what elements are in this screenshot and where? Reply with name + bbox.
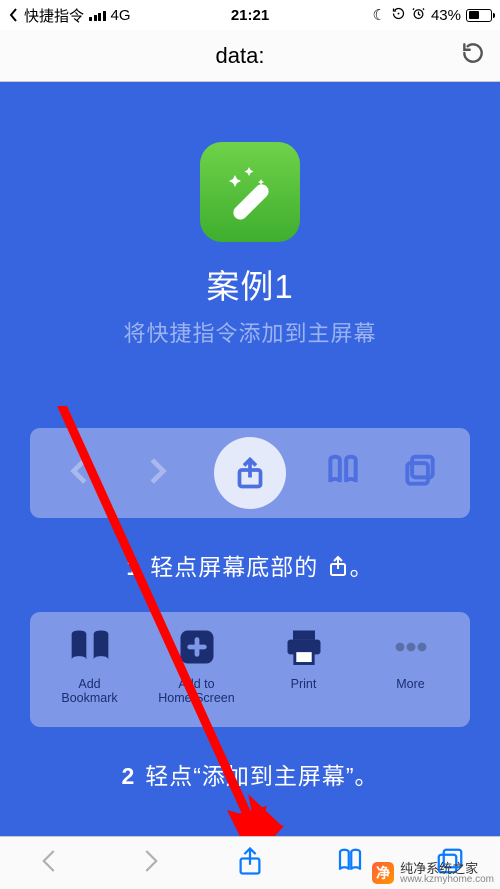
- step-2: 2轻点“添加到主屏幕”。: [30, 757, 470, 791]
- share-icon: [232, 455, 268, 491]
- nav-forward-button[interactable]: [135, 846, 165, 881]
- demo-add-home-screen: Add to Home Screen: [143, 622, 250, 717]
- demo-print: Print: [250, 622, 357, 717]
- step-1: 1轻点屏幕底部的 。: [30, 548, 470, 582]
- instruction-page: 案例1 将快捷指令添加到主屏幕 1轻点屏幕底部的 。 Add Bookmark: [0, 82, 500, 836]
- nav-back-button[interactable]: [35, 846, 65, 881]
- back-app-label[interactable]: 快捷指令: [24, 5, 84, 26]
- bookmark-icon: [62, 622, 118, 672]
- watermark: 净 纯净系统之家 www.kzmyhome.com: [372, 862, 494, 885]
- url-text: data:: [20, 43, 460, 69]
- moon-icon: ☾: [373, 6, 386, 24]
- demo-safari-toolbar: [30, 428, 470, 518]
- demo-bookmarks-icon: [324, 452, 362, 495]
- demo-share-highlight: [214, 437, 286, 509]
- demo-tabs-icon: [401, 452, 439, 495]
- signal-bars-icon: [89, 9, 106, 21]
- demo-forward-icon: [138, 452, 176, 495]
- bookmarks-button[interactable]: [335, 846, 365, 881]
- page-title: 案例1: [30, 260, 470, 308]
- shortcut-app-icon: [200, 142, 300, 242]
- battery-pct: 43%: [431, 7, 461, 24]
- print-icon: [276, 622, 332, 672]
- demo-more: More: [357, 622, 464, 717]
- demo-add-bookmark: Add Bookmark: [36, 622, 143, 717]
- add-home-icon: [169, 622, 225, 672]
- watermark-logo-icon: 净: [372, 862, 394, 884]
- share-button[interactable]: [235, 846, 265, 881]
- orientation-lock-icon: [391, 6, 406, 25]
- reload-button[interactable]: [460, 40, 486, 71]
- battery-icon: [466, 9, 492, 22]
- more-icon: [383, 622, 439, 672]
- alarm-icon: [411, 6, 426, 25]
- demo-back-icon: [61, 452, 99, 495]
- clock: 21:21: [231, 7, 269, 24]
- share-icon: [326, 554, 350, 578]
- demo-share-sheet: Add Bookmark Add to Home Screen Print Mo…: [30, 612, 470, 727]
- network-label: 4G: [111, 7, 131, 24]
- back-chevron-icon[interactable]: [8, 7, 19, 23]
- address-bar[interactable]: data:: [0, 30, 500, 82]
- page-subtitle: 将快捷指令添加到主屏幕: [30, 316, 470, 348]
